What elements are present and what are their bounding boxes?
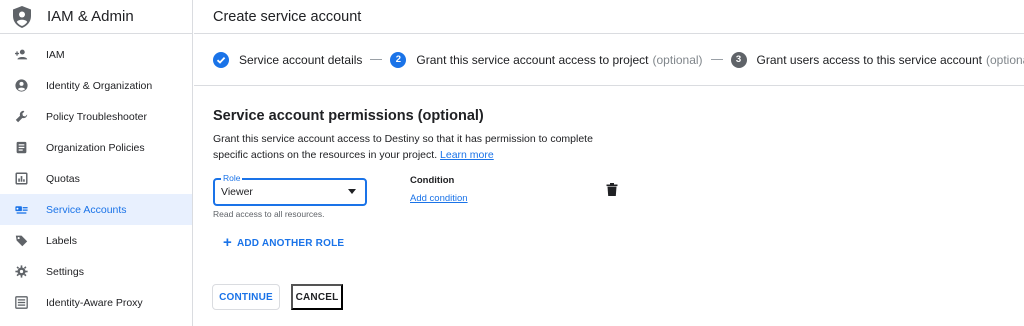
step-separator (710, 59, 723, 60)
role-select[interactable]: Role Viewer (213, 173, 367, 206)
sidebar-item-policy-troubleshooter[interactable]: Policy Troubleshooter (0, 101, 192, 132)
sidebar-item-label: Identity & Organization (46, 79, 153, 92)
sidebar-item-quotas[interactable]: Quotas (0, 163, 192, 194)
service-account-icon (14, 203, 28, 217)
gear-icon (14, 265, 28, 279)
step-3-badge: 3 (730, 51, 747, 68)
sidebar-item-label: IAM (46, 48, 65, 61)
sidebar-item-labels[interactable]: Labels (0, 225, 192, 256)
check-circle-icon (213, 51, 229, 68)
cancel-button[interactable]: CANCEL (291, 284, 343, 310)
proxy-icon (14, 296, 28, 310)
sidebar-item-label: Settings (46, 265, 84, 278)
account-circle-icon (14, 79, 28, 93)
role-legend: Role (221, 173, 243, 183)
stepper: Service account details 2 Grant this ser… (194, 34, 1024, 86)
sidebar-item-label: Labels (46, 234, 77, 247)
permissions-heading: Service account permissions (optional) (213, 108, 484, 124)
add-another-role-label: ADD ANOTHER ROLE (236, 237, 345, 249)
condition-label: Condition (410, 175, 455, 186)
person-add-icon (14, 48, 28, 62)
add-another-role-button[interactable]: + ADD ANOTHER ROLE (223, 234, 345, 251)
sidebar-item-identity-aware-proxy[interactable]: Identity-Aware Proxy (0, 287, 192, 318)
sidebar-item-label: Identity-Aware Proxy (46, 296, 143, 309)
step-3-optional: (optional) (985, 52, 1024, 67)
sidebar-nav: IAM Identity & Organization Policy Troub… (0, 39, 192, 318)
label-tag-icon (14, 234, 28, 248)
sidebar-item-label: Policy Troubleshooter (46, 110, 147, 123)
permissions-description-text: Grant this service account access to Des… (213, 133, 593, 161)
sidebar-item-iam[interactable]: IAM (0, 39, 192, 70)
permissions-section: Service account permissions (optional) G… (213, 108, 1013, 163)
sidebar-item-service-accounts[interactable]: Service Accounts (0, 194, 192, 225)
main-content: Create service account Service account d… (194, 0, 1024, 326)
sidebar-item-settings[interactable]: Settings (0, 256, 192, 287)
wrench-icon (14, 110, 28, 124)
step-2-label[interactable]: Grant this service account access to pro… (416, 53, 648, 67)
step-2-optional: (optional) (652, 52, 703, 67)
dropdown-arrow-icon[interactable] (348, 189, 356, 194)
trash-icon[interactable] (606, 183, 618, 196)
add-condition-link[interactable]: Add condition (410, 193, 468, 204)
role-row: Role Viewer Read access to all resources… (213, 173, 1024, 228)
step-2-badge: 2 (390, 51, 407, 68)
sidebar-title: IAM & Admin (47, 8, 134, 25)
sidebar-item-label: Quotas (46, 172, 80, 185)
sidebar-item-organization-policies[interactable]: Organization Policies (0, 132, 192, 163)
sidebar-header: IAM & Admin (0, 0, 192, 34)
continue-button[interactable]: CONTINUE (212, 284, 280, 310)
sidebar-item-label: Organization Policies (46, 141, 145, 154)
shield-person-icon (11, 5, 33, 29)
step-3-label[interactable]: Grant users access to this service accou… (757, 53, 982, 67)
role-value: Viewer (221, 186, 253, 198)
plus-icon: + (223, 234, 232, 251)
role-helper-text: Read access to all resources. (213, 209, 325, 219)
sidebar-item-label: Service Accounts (46, 203, 127, 216)
learn-more-link[interactable]: Learn more (440, 149, 494, 161)
step-1-label[interactable]: Service account details (239, 53, 362, 67)
quota-chart-icon (14, 172, 28, 186)
step-separator (370, 59, 383, 60)
document-list-icon (14, 141, 28, 155)
page-title: Create service account (194, 0, 1024, 34)
sidebar-item-identity-organization[interactable]: Identity & Organization (0, 70, 192, 101)
permissions-description: Grant this service account access to Des… (213, 131, 593, 163)
sidebar: IAM & Admin IAM Identity & Organization … (0, 0, 193, 326)
